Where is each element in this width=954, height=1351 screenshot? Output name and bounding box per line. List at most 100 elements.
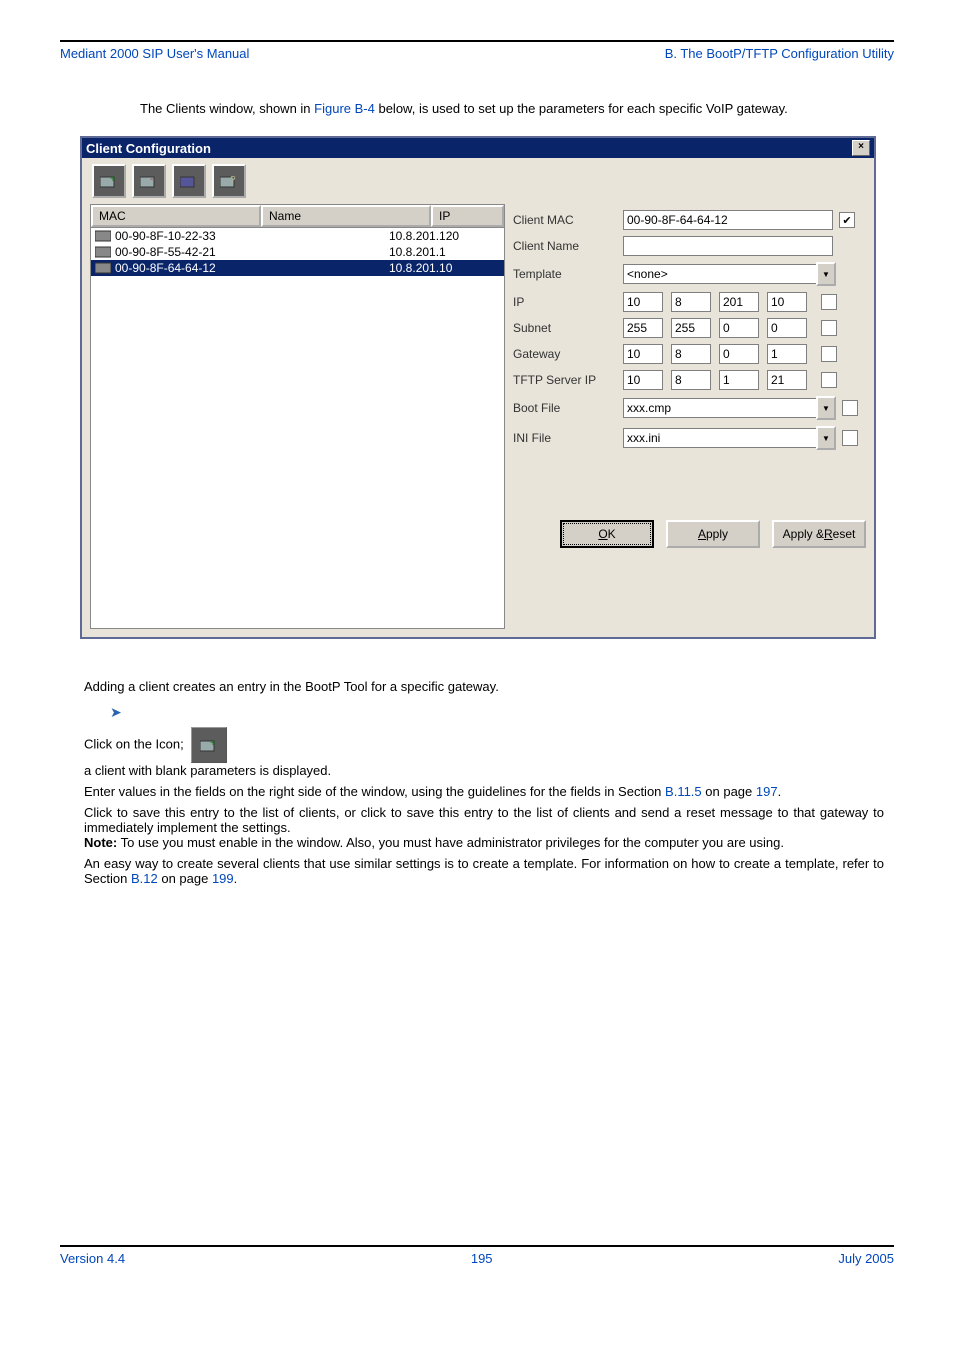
tftp-d-input[interactable] [767, 370, 807, 390]
dialog-titlebar: Client Configuration × [82, 138, 874, 158]
tftp-c-input[interactable] [719, 370, 759, 390]
chevron-down-icon[interactable]: ▼ [816, 426, 836, 450]
step2-c: . [778, 784, 782, 799]
ip-d-input[interactable] [767, 292, 807, 312]
footer-page: 195 [471, 1251, 493, 1266]
boot-file-checkbox[interactable] [842, 400, 858, 416]
ip-a-input[interactable] [623, 292, 663, 312]
col-name[interactable]: Name [261, 205, 431, 227]
figure-reference: Figure B-4 [314, 101, 375, 116]
step1-c: a client with blank parameters is displa… [84, 763, 331, 778]
gateway-checkbox[interactable] [821, 346, 837, 362]
add-client-icon: + [191, 727, 227, 763]
add-client-icon[interactable]: + [92, 164, 126, 198]
client-name-label: Client Name [513, 239, 623, 253]
cell-ip: 10.8.201.1 [389, 245, 500, 259]
client-name-input[interactable] [623, 236, 833, 256]
col-mac[interactable]: MAC [91, 205, 261, 227]
template-label: Template [513, 267, 623, 281]
procedure-chevron-icon: ➤ [110, 704, 884, 721]
col-ip[interactable]: IP [431, 205, 504, 227]
dialog-title: Client Configuration [86, 141, 211, 156]
step-1: Click on the Icon; + a client with blank… [84, 727, 884, 778]
svg-text:?: ? [230, 175, 236, 186]
step1-a: Click on the [84, 736, 156, 751]
apply-reset-button[interactable]: Apply & Reset [772, 520, 866, 548]
tftp-b-input[interactable] [671, 370, 711, 390]
tftp-a-input[interactable] [623, 370, 663, 390]
svg-text:-: - [150, 174, 153, 185]
ok-button[interactable]: OK [560, 520, 654, 548]
chevron-down-icon[interactable]: ▼ [816, 396, 836, 420]
ini-file-checkbox[interactable] [842, 430, 858, 446]
client-list: MAC Name IP 00-90-8F-10-22-33 10.8.201.1… [90, 204, 505, 629]
page-link: 199 [212, 871, 234, 886]
step3-a: Click [84, 805, 117, 820]
list-item[interactable]: 00-90-8F-55-42-21 10.8.201.1 [91, 244, 504, 260]
subnet-c-input[interactable] [719, 318, 759, 338]
boot-file-label: Boot File [513, 401, 623, 415]
gateway-b-input[interactable] [671, 344, 711, 364]
client-mac-input[interactable] [623, 210, 833, 230]
header-right: B. The BootP/TFTP Configuration Utility [665, 46, 894, 61]
cell-ip: 10.8.201.120 [389, 229, 500, 243]
step2-b: on page [702, 784, 756, 799]
test-client-icon[interactable]: ? [212, 164, 246, 198]
tftp-label: TFTP Server IP [513, 373, 623, 387]
list-header: MAC Name IP [90, 204, 505, 228]
gateway-a-input[interactable] [623, 344, 663, 364]
closing-c: . [234, 871, 238, 886]
subnet-b-input[interactable] [671, 318, 711, 338]
footer-version: Version 4.4 [60, 1251, 125, 1266]
svg-text:+: + [110, 174, 116, 185]
header-left: Mediant 2000 SIP User's Manual [60, 46, 249, 61]
adding-paragraph: Adding a client creates an entry in the … [84, 679, 884, 694]
card-icon [95, 230, 111, 242]
client-form: Client MAC ✔ Client Name Template ▼ IP [513, 204, 866, 629]
section-link: B.11.5 [665, 784, 702, 799]
note-d: window. Also, you must have administrato… [297, 835, 784, 850]
client-mac-checkbox[interactable]: ✔ [839, 212, 855, 228]
page-header: Mediant 2000 SIP User's Manual B. The Bo… [60, 46, 894, 61]
close-icon[interactable]: × [852, 140, 870, 156]
intro-paragraph: The Clients window, shown in Figure B-4 … [140, 101, 894, 116]
subnet-a-input[interactable] [623, 318, 663, 338]
card-icon [95, 246, 111, 258]
ip-checkbox[interactable] [821, 294, 837, 310]
card-icon [95, 262, 111, 274]
intro-text-a: The Clients window, shown in [140, 101, 314, 116]
page-link: 197 [756, 784, 778, 799]
subnet-d-input[interactable] [767, 318, 807, 338]
step-2: Enter values in the fields on the right … [84, 784, 884, 799]
gateway-c-input[interactable] [719, 344, 759, 364]
subnet-label: Subnet [513, 321, 623, 335]
boot-file-select[interactable] [623, 398, 817, 418]
ip-c-input[interactable] [719, 292, 759, 312]
subnet-checkbox[interactable] [821, 320, 837, 336]
closing-paragraph: An easy way to create several clients th… [84, 856, 884, 886]
cell-mac: 00-90-8F-64-64-12 [115, 261, 216, 275]
step-3: Click to save this entry to the list of … [84, 805, 884, 850]
list-item[interactable]: 00-90-8F-64-64-12 10.8.201.10 [91, 260, 504, 276]
cell-mac: 00-90-8F-10-22-33 [115, 229, 216, 243]
apply-button[interactable]: Apply [666, 520, 760, 548]
gateway-label: Gateway [513, 347, 623, 361]
find-client-icon[interactable] [172, 164, 206, 198]
client-mac-label: Client MAC [513, 213, 623, 227]
footer-date: July 2005 [838, 1251, 894, 1266]
note-label: Note: [84, 835, 117, 850]
step1-b: Icon; [156, 736, 184, 751]
template-select[interactable] [623, 264, 817, 284]
ini-file-select[interactable] [623, 428, 817, 448]
note-b: you must enable [163, 835, 262, 850]
ip-b-input[interactable] [671, 292, 711, 312]
intro-text-b: below, is used to set up the parameters … [375, 101, 788, 116]
remove-client-icon[interactable]: - [132, 164, 166, 198]
note-c: in the [262, 835, 297, 850]
chevron-down-icon[interactable]: ▼ [816, 262, 836, 286]
tftp-checkbox[interactable] [821, 372, 837, 388]
client-configuration-dialog: Client Configuration × + - ? MAC Name [80, 136, 876, 639]
list-item[interactable]: 00-90-8F-10-22-33 10.8.201.120 [91, 228, 504, 244]
svg-text:+: + [210, 738, 216, 749]
gateway-d-input[interactable] [767, 344, 807, 364]
